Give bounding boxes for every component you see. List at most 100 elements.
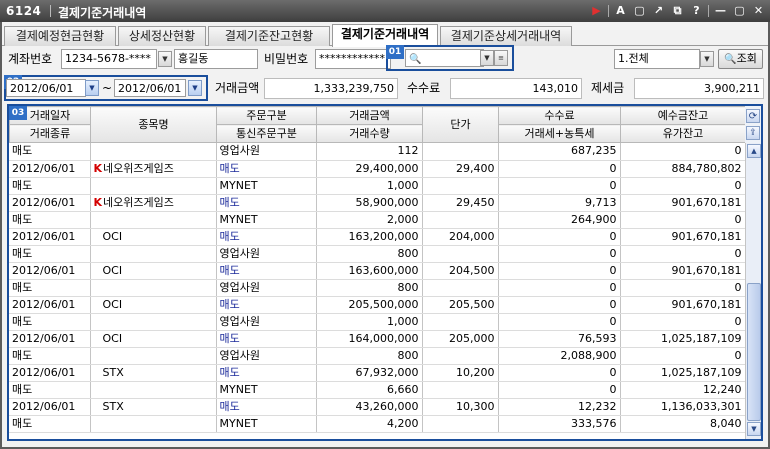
row-fee: 333,576 <box>498 415 621 433</box>
row-order-type: 영업사원 <box>216 313 317 331</box>
help-icon[interactable]: ? <box>689 3 704 18</box>
tab-1[interactable]: 결제예정현금현황 <box>4 26 116 46</box>
table-row[interactable]: 매도 MYNET 2,000 264,900 0 <box>9 211 746 229</box>
col-stock-name[interactable]: 종목명 <box>90 106 217 143</box>
external-link-icon[interactable]: ↗ <box>651 3 666 18</box>
table-row[interactable]: 2012/06/01 OCI 매도 163,200,000 204,000 0 901,67… <box>9 228 746 246</box>
row-date: 2012/06/01 <box>9 194 91 212</box>
row-stock-name: K네오위즈게임즈 <box>90 194 217 212</box>
row-balance-value: 0 <box>734 178 742 192</box>
row-amount-value: 29,400,000 <box>355 161 419 175</box>
row-stock-name: OCI <box>90 228 217 246</box>
play-icon[interactable]: ▶ <box>589 3 604 18</box>
row-amount-value: 2,000 <box>387 212 419 226</box>
row-balance: 884,780,802 <box>620 160 746 178</box>
row-date-value: 매도 <box>12 144 33 158</box>
maximize-icon[interactable]: ▢ <box>732 3 747 18</box>
table-row[interactable]: 2012/06/01 STX 매도 43,260,000 10,300 12,232 1,1… <box>9 398 746 416</box>
search-dropdown-button[interactable]: ▼ <box>480 50 494 66</box>
row-stock-name-value: 네오위즈게임즈 <box>103 195 174 209</box>
row-stock-name: OCI <box>90 296 217 314</box>
date-to-calendar-button[interactable]: ▼ <box>188 80 202 96</box>
row-amount-value: 58,900,000 <box>355 195 419 209</box>
table-row[interactable]: 매도 영업사원 800 0 0 <box>9 245 746 263</box>
font-icon[interactable]: A <box>613 3 628 18</box>
scroll-thumb[interactable] <box>747 283 761 421</box>
type-select[interactable]: 1.전체 <box>614 49 700 69</box>
date-from-field[interactable]: 2012/06/01 <box>6 79 86 97</box>
account-dropdown-button[interactable]: ▼ <box>158 51 172 67</box>
account-number-field[interactable]: 1234-5678-**** <box>61 49 157 69</box>
table-row[interactable]: 매도 영업사원 112 687,235 0 <box>9 143 746 161</box>
row-amount: 67,932,000 <box>316 364 423 382</box>
row-date-value: 2012/06/01 <box>12 263 76 277</box>
col-unit-price[interactable]: 단가 <box>422 106 499 143</box>
row-amount: 1,000 <box>316 177 423 195</box>
minimize-icon[interactable]: — <box>713 3 728 18</box>
col-securities-balance[interactable]: 유가잔고 <box>620 124 746 143</box>
table-row[interactable]: 매도 영업사원 1,000 0 0 <box>9 313 746 331</box>
row-order-type: MYNET <box>216 381 317 399</box>
restore-window-icon[interactable]: ▢ <box>632 3 647 18</box>
scroll-up-button[interactable]: ▲ <box>747 144 761 158</box>
tab-4[interactable]: 결제기준거래내역 <box>332 24 438 47</box>
row-price: 10,200 <box>422 364 499 382</box>
date-from-calendar-button[interactable]: ▼ <box>85 80 99 96</box>
search-list-button[interactable]: ≡ <box>494 50 508 66</box>
row-date: 2012/06/01 <box>9 160 91 178</box>
query-button[interactable]: 🔍조회 <box>718 49 763 69</box>
row-fee: 0 <box>498 313 621 331</box>
row-order-type-value: 영업사원 <box>219 144 260 158</box>
vertical-scrollbar[interactable]: ▲ ▼ <box>745 143 761 439</box>
table-row[interactable]: 2012/06/01 OCI 매도 163,600,000 204,500 0 901,67… <box>9 262 746 280</box>
table-row[interactable]: 2012/06/01 K네오위즈게임즈 매도 58,900,000 29,450 9,71… <box>9 194 746 212</box>
table-row[interactable]: 2012/06/01 K네오위즈게임즈 매도 29,400,000 29,400 0 884… <box>9 160 746 178</box>
row-order-type-value: 매도 <box>219 399 240 413</box>
refresh-icon[interactable]: ⟳ <box>746 109 760 123</box>
table-row[interactable]: 매도 MYNET 4,200 333,576 8,040 <box>9 415 746 433</box>
row-balance: 0 <box>620 347 746 365</box>
row-price <box>422 313 499 331</box>
col-deposit-balance[interactable]: 예수금잔고 <box>620 106 746 125</box>
row-order-type: 매도 <box>216 296 317 314</box>
col-trade-quantity[interactable]: 거래수량 <box>316 124 423 143</box>
magnifier-icon: 🔍 <box>724 54 737 65</box>
close-icon[interactable]: ✕ <box>751 3 766 18</box>
col-trade-amount[interactable]: 거래금액 <box>316 106 423 125</box>
row-order-type-value: MYNET <box>219 382 258 396</box>
table-row[interactable]: 매도 MYNET 6,660 0 12,240 <box>9 381 746 399</box>
password-field[interactable]: ************ <box>315 49 391 69</box>
date-to-field[interactable]: 2012/06/01 <box>114 79 186 97</box>
search-field[interactable]: 🔍 <box>405 49 484 67</box>
table-row[interactable]: 2012/06/01 OCI 매도 205,500,000 205,500 0 901,67… <box>9 296 746 314</box>
table-row[interactable]: 2012/06/01 OCI 매도 164,000,000 205,000 76,593 1… <box>9 330 746 348</box>
row-balance-value: 0 <box>734 212 742 226</box>
row-balance: 12,240 <box>620 381 746 399</box>
export-icon[interactable]: ⇪ <box>746 126 760 140</box>
row-amount: 163,600,000 <box>316 262 423 280</box>
row-date-value: 매도 <box>12 348 33 362</box>
tile-icon[interactable]: ⧉ <box>670 3 685 18</box>
tab-5[interactable]: 결제기준상세거래내역 <box>440 26 572 46</box>
row-balance-value: 12,240 <box>703 382 742 396</box>
col-trade-kind[interactable]: 거래종류 <box>9 124 91 143</box>
tab-3[interactable]: 결제기준잔고현황 <box>208 26 330 46</box>
table-row[interactable]: 매도 MYNET 1,000 0 0 <box>9 177 746 195</box>
col-order-type[interactable]: 주문구분 <box>216 106 317 125</box>
table-row[interactable]: 매도 영업사원 800 2,088,900 0 <box>9 347 746 365</box>
row-stock-name <box>90 177 217 195</box>
row-amount-value: 4,200 <box>387 416 419 430</box>
scroll-down-button[interactable]: ▼ <box>747 422 761 436</box>
table-row[interactable]: 2012/06/01 STX 매도 67,932,000 10,200 0 1,025,18… <box>9 364 746 382</box>
row-stock-name <box>90 211 217 229</box>
row-balance: 901,670,181 <box>620 194 746 212</box>
chevron-down-icon: ▼ <box>192 84 198 92</box>
col-fee[interactable]: 수수료 <box>498 106 621 125</box>
tab-2[interactable]: 상세정산현황 <box>118 26 206 46</box>
table-row[interactable]: 매도 영업사원 800 0 0 <box>9 279 746 297</box>
row-fee-value: 0 <box>609 297 617 311</box>
type-dropdown-button[interactable]: ▼ <box>700 51 714 67</box>
col-comm-order-type[interactable]: 통신주문구분 <box>216 124 317 143</box>
col-trade-tax[interactable]: 거래세+농특세 <box>498 124 621 143</box>
row-balance-value: 1,136,033,301 <box>661 399 742 413</box>
